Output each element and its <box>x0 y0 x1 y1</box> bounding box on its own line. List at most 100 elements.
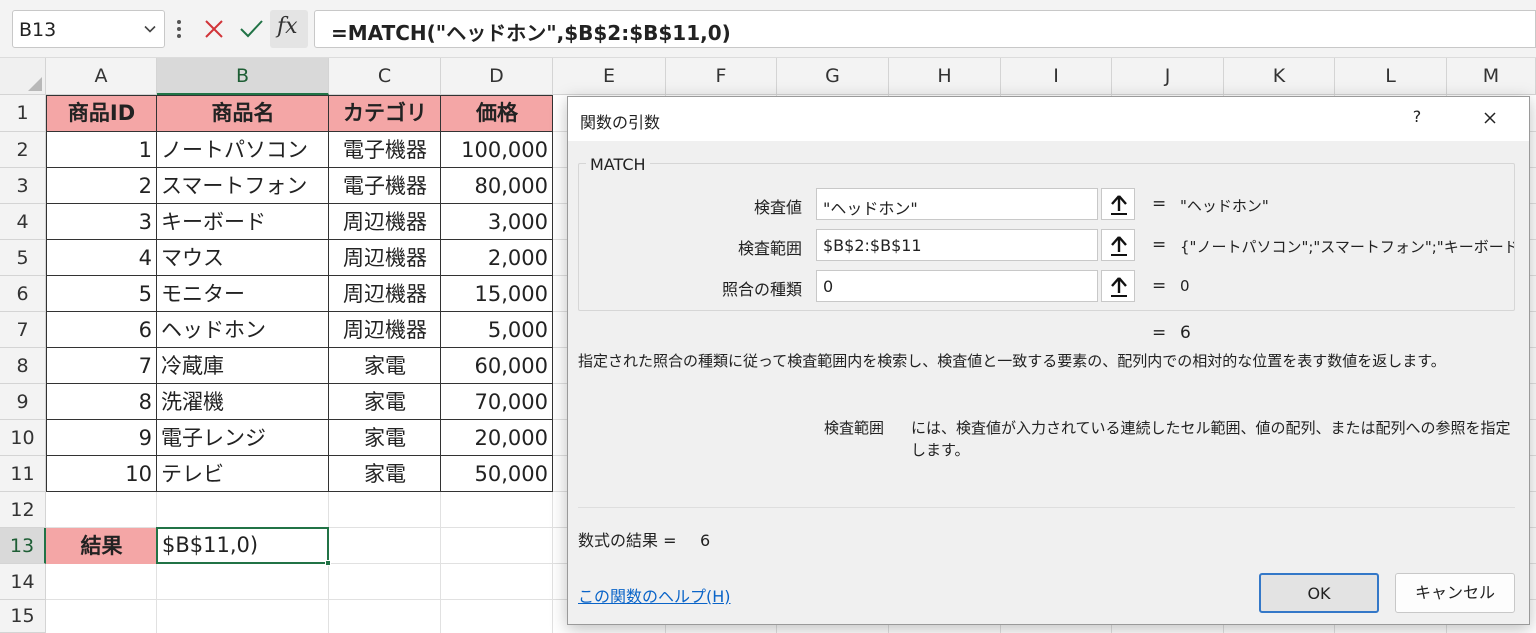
column-header-c[interactable]: C <box>329 58 441 95</box>
table-border <box>46 95 553 96</box>
table-cell[interactable]: 3,000 <box>441 204 553 240</box>
collapse-dialog-button[interactable] <box>1101 188 1135 220</box>
column-header-g[interactable]: G <box>777 58 889 95</box>
row-header-1[interactable]: 1 <box>0 95 46 132</box>
table-cell[interactable]: ノートパソコン <box>157 132 329 168</box>
table-cell[interactable]: モニター <box>157 276 329 312</box>
table-cell[interactable]: 60,000 <box>441 348 553 384</box>
table-header-cell[interactable]: 価格 <box>441 95 553 132</box>
table-cell[interactable]: 8 <box>46 384 157 420</box>
column-header-k[interactable]: K <box>1224 58 1335 95</box>
row-header-2[interactable]: 2 <box>0 132 46 168</box>
table-cell[interactable]: 5 <box>46 276 157 312</box>
column-header-a[interactable]: A <box>46 58 157 95</box>
table-header-cell[interactable]: 商品名 <box>157 95 329 132</box>
column-header-i[interactable]: I <box>1001 58 1112 95</box>
row-header-14[interactable]: 14 <box>0 564 46 600</box>
table-cell[interactable]: 冷蔵庫 <box>157 348 329 384</box>
row-header-5[interactable]: 5 <box>0 240 46 276</box>
more-options-icon[interactable] <box>174 16 184 42</box>
table-cell[interactable]: キーボード <box>157 204 329 240</box>
collapse-dialog-button[interactable] <box>1101 270 1135 302</box>
help-icon[interactable]: ? <box>1402 107 1432 131</box>
table-cell[interactable]: 9 <box>46 420 157 456</box>
dialog-title-bar[interactable]: 関数の引数 ? <box>568 97 1529 141</box>
table-cell[interactable]: 電子レンジ <box>157 420 329 456</box>
table-cell[interactable]: 家電 <box>329 420 441 456</box>
column-header-j[interactable]: J <box>1112 58 1224 95</box>
table-cell[interactable]: 2,000 <box>441 240 553 276</box>
table-cell[interactable]: 50,000 <box>441 456 553 492</box>
column-header-b[interactable]: B <box>157 58 329 95</box>
column-header-d[interactable]: D <box>441 58 553 95</box>
row-header-10[interactable]: 10 <box>0 420 46 456</box>
table-cell[interactable]: テレビ <box>157 456 329 492</box>
table-cell[interactable]: 電子機器 <box>329 168 441 204</box>
table-cell[interactable]: 周辺機器 <box>329 204 441 240</box>
table-cell[interactable]: 2 <box>46 168 157 204</box>
table-cell[interactable]: 70,000 <box>441 384 553 420</box>
table-cell[interactable]: 周辺機器 <box>329 240 441 276</box>
cancel-button[interactable]: キャンセル <box>1395 573 1515 613</box>
table-cell[interactable]: ヘッドホン <box>157 312 329 348</box>
table-header-cell[interactable]: 商品ID <box>46 95 157 132</box>
collapse-dialog-button[interactable] <box>1101 229 1135 261</box>
enter-check-icon[interactable] <box>234 10 268 48</box>
table-cell[interactable]: 周辺機器 <box>329 312 441 348</box>
table-cell[interactable]: 5,000 <box>441 312 553 348</box>
table-cell[interactable]: 家電 <box>329 456 441 492</box>
table-cell[interactable]: 洗濯機 <box>157 384 329 420</box>
table-cell[interactable]: 15,000 <box>441 276 553 312</box>
table-cell[interactable]: 6 <box>46 312 157 348</box>
row-header-9[interactable]: 9 <box>0 384 46 420</box>
close-icon[interactable] <box>1472 105 1508 133</box>
table-cell[interactable]: 4 <box>46 240 157 276</box>
arg-equals: = <box>1152 235 1167 255</box>
row-header-6[interactable]: 6 <box>0 276 46 312</box>
row-header-4[interactable]: 4 <box>0 204 46 240</box>
row-header-15[interactable]: 15 <box>0 600 46 633</box>
result-label-cell[interactable]: 結果 <box>46 528 157 564</box>
table-cell[interactable]: 家電 <box>329 348 441 384</box>
function-help-link[interactable]: この関数のヘルプ(H) <box>578 583 731 607</box>
table-cell[interactable]: 周辺機器 <box>329 276 441 312</box>
chevron-down-icon[interactable] <box>142 21 158 37</box>
lookup-value-input[interactable]: "ヘッドホン" <box>816 188 1098 220</box>
ok-button[interactable]: OK <box>1259 573 1379 613</box>
function-name: MATCH <box>586 155 650 174</box>
cancel-icon[interactable] <box>198 10 230 48</box>
table-border <box>46 239 553 240</box>
match-type-input[interactable]: 0 <box>816 270 1098 302</box>
table-cell[interactable]: 10 <box>46 456 157 492</box>
active-cell-b13[interactable]: $B$11,0) <box>156 527 329 564</box>
column-header-l[interactable]: L <box>1335 58 1447 95</box>
row-header-11[interactable]: 11 <box>0 456 46 492</box>
table-cell[interactable]: 家電 <box>329 384 441 420</box>
lookup-array-text: $B$2:$B$11 <box>823 236 922 255</box>
table-cell[interactable]: スマートフォン <box>157 168 329 204</box>
column-header-e[interactable]: E <box>553 58 666 95</box>
row-header-13[interactable]: 13 <box>0 528 46 564</box>
formula-input[interactable]: =MATCH("ヘッドホン",$B$2:$B$11,0) <box>314 10 1536 48</box>
name-box[interactable]: B13 <box>12 10 165 48</box>
column-header-f[interactable]: F <box>666 58 777 95</box>
table-cell[interactable]: 80,000 <box>441 168 553 204</box>
row-header-3[interactable]: 3 <box>0 168 46 204</box>
column-header-m[interactable]: M <box>1447 58 1536 95</box>
table-cell[interactable]: 3 <box>46 204 157 240</box>
row-header-8[interactable]: 8 <box>0 348 46 384</box>
column-header-h[interactable]: H <box>889 58 1001 95</box>
lookup-array-input[interactable]: $B$2:$B$11 <box>816 229 1098 261</box>
row-header-7[interactable]: 7 <box>0 312 46 348</box>
insert-function-button[interactable]: fx <box>270 10 308 48</box>
row-header-12[interactable]: 12 <box>0 492 46 528</box>
table-cell[interactable]: 電子機器 <box>329 132 441 168</box>
table-cell[interactable]: マウス <box>157 240 329 276</box>
fill-handle[interactable] <box>325 560 331 566</box>
table-header-cell[interactable]: カテゴリ <box>329 95 441 132</box>
table-cell[interactable]: 1 <box>46 132 157 168</box>
table-cell[interactable]: 100,000 <box>441 132 553 168</box>
table-cell[interactable]: 20,000 <box>441 420 553 456</box>
table-cell[interactable]: 7 <box>46 348 157 384</box>
select-all-corner[interactable] <box>0 58 46 95</box>
